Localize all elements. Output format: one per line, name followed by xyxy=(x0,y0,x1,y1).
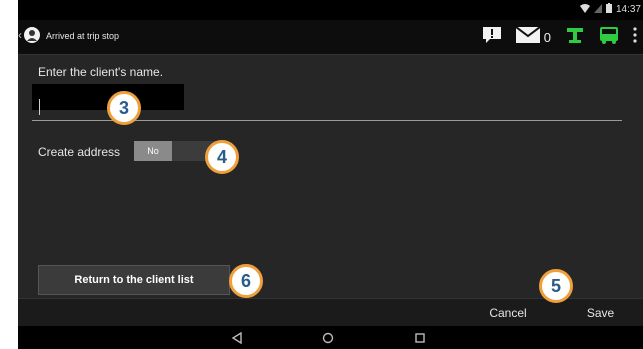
nav-home-icon[interactable] xyxy=(319,329,337,347)
app-bar: ‹ Arrived at trip stop 0 xyxy=(18,20,643,55)
overflow-menu-icon[interactable] xyxy=(633,27,637,48)
form-content: Enter the client's name. Create address … xyxy=(18,55,643,295)
create-address-label: Create address xyxy=(38,145,121,159)
bus-icon[interactable] xyxy=(599,26,619,49)
status-bar: 14:37 xyxy=(18,0,643,20)
toggle-knob: No xyxy=(134,141,172,161)
status-icons: 14:37 xyxy=(579,3,641,16)
callout-5: 5 xyxy=(539,269,573,303)
message-count: 0 xyxy=(543,30,551,45)
return-to-client-list-button[interactable]: Return to the client list xyxy=(38,265,230,295)
app-title: Arrived at trip stop xyxy=(46,31,120,41)
signal-icon xyxy=(593,3,602,16)
alert-icon[interactable] xyxy=(482,26,502,49)
battery-icon xyxy=(605,3,612,16)
action-bar: Cancel Save xyxy=(18,298,643,327)
back-icon: ‹ xyxy=(18,28,22,42)
nav-recents-icon[interactable] xyxy=(411,329,429,347)
client-name-prompt: Enter the client's name. xyxy=(38,65,164,79)
navigation-bar xyxy=(18,326,643,349)
save-button[interactable]: Save xyxy=(558,299,643,327)
wifi-icon xyxy=(579,3,590,16)
text-caret xyxy=(39,99,40,115)
mail-icon[interactable] xyxy=(515,26,541,48)
callout-4: 4 xyxy=(205,140,239,174)
cancel-button[interactable]: Cancel xyxy=(458,299,558,327)
back-button[interactable]: ‹ xyxy=(18,26,41,44)
nav-back-icon[interactable] xyxy=(228,329,246,347)
callout-6: 6 xyxy=(229,264,263,298)
status-time: 14:37 xyxy=(615,4,641,15)
callout-3: 3 xyxy=(107,91,141,125)
app-bar-actions: 0 xyxy=(468,26,637,49)
route-icon[interactable] xyxy=(565,26,585,49)
trip-stop-icon xyxy=(23,26,41,44)
